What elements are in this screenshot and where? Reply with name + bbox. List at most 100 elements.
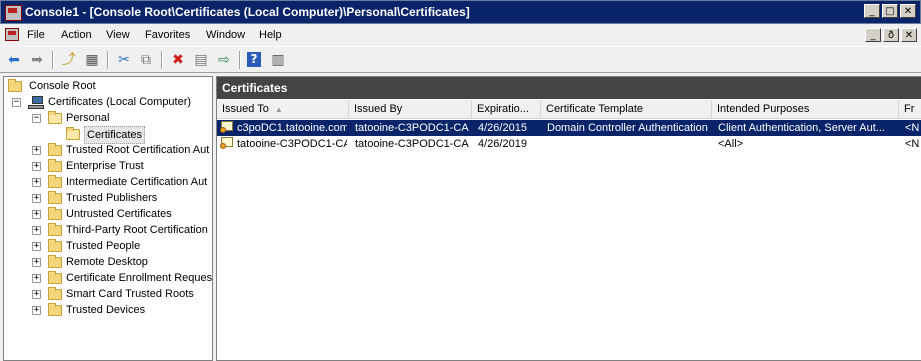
title-bar[interactable]: Console1 - [Console Root\Certificates (L… <box>0 0 921 24</box>
pane-title: Certificates <box>217 77 921 99</box>
tree-node-label: Trusted Root Certification Aut <box>66 144 210 156</box>
menu-favorites[interactable]: Favorites <box>145 29 190 41</box>
copy-icon[interactable]: ⧉ <box>137 51 155 69</box>
menu-view[interactable]: View <box>106 29 130 41</box>
tree-node-store[interactable]: + Certificate Enrollment Request <box>8 270 213 286</box>
tree-node-label: Certificates (Local Computer) <box>48 96 192 108</box>
expand-icon[interactable]: + <box>32 242 41 251</box>
tree-node-store[interactable]: + Smart Card Trusted Roots <box>8 286 212 302</box>
console-icon[interactable] <box>5 28 19 41</box>
tree-node-store[interactable]: + Intermediate Certification Aut <box>8 174 212 190</box>
mdi-minimize-button[interactable]: _ <box>865 28 881 42</box>
tree-node-label: Trusted Devices <box>66 304 146 316</box>
cell-issued-to: c3poDC1.tatooine.com <box>237 122 347 134</box>
folder-icon <box>48 271 62 284</box>
tree-node-label: Remote Desktop <box>66 256 148 268</box>
cell-issued-by: tatooine-C3PODC1-CA <box>355 122 469 134</box>
up-folder-icon[interactable]: ⤴ <box>60 51 78 69</box>
help-icon[interactable]: ? <box>247 52 261 67</box>
column-header-intended-purposes[interactable]: Intended Purposes <box>712 100 899 119</box>
certificate-icon <box>220 121 234 134</box>
tree-node-label: Trusted People <box>66 240 141 252</box>
collapse-icon[interactable]: − <box>32 114 41 123</box>
tree-node-store[interactable]: + Third-Party Root Certification <box>8 222 212 238</box>
tree-node-label: Smart Card Trusted Roots <box>66 288 194 300</box>
tree-node-label: Untrusted Certificates <box>66 208 172 220</box>
folder-icon <box>48 255 62 268</box>
folder-icon <box>48 239 62 252</box>
tree-node-label: Certificate Enrollment Request <box>66 272 213 284</box>
column-header-friendly-name[interactable]: Fr <box>899 100 921 119</box>
show-hide-action-pane-icon[interactable]: ▥ <box>269 51 287 69</box>
computer-icon <box>28 96 44 109</box>
folder-icon <box>48 207 62 220</box>
expand-icon[interactable]: + <box>32 178 41 187</box>
tree-node-store[interactable]: + Trusted Devices <box>8 302 212 318</box>
menu-bar: File Action View Favorites Window Help _… <box>0 24 921 46</box>
column-header-expiration[interactable]: Expiratio... <box>472 100 541 119</box>
expand-icon[interactable]: + <box>32 162 41 171</box>
cell-issued-by: tatooine-C3PODC1-CA <box>355 138 469 150</box>
forward-icon[interactable]: ➡ <box>28 51 46 69</box>
menu-window[interactable]: Window <box>206 29 245 41</box>
tree-node-label: Intermediate Certification Aut <box>66 176 208 188</box>
tree-node-label: Third-Party Root Certification <box>66 224 208 236</box>
tree-node-label: Personal <box>66 112 110 124</box>
properties-icon[interactable]: ▤ <box>192 51 210 69</box>
tree-node-label: Trusted Publishers <box>66 192 158 204</box>
expand-icon[interactable]: + <box>32 146 41 155</box>
mmc-app-icon[interactable] <box>5 5 22 21</box>
menu-action[interactable]: Action <box>61 29 92 41</box>
table-row[interactable]: c3poDC1.tatooine.com tatooine-C3PODC1-CA… <box>217 120 921 136</box>
folder-icon <box>48 223 62 236</box>
maximize-button[interactable]: □ <box>882 4 898 18</box>
results-pane: Certificates Issued To ▲ Issued By Expira… <box>216 76 921 361</box>
export-list-icon[interactable]: ⇨ <box>215 51 233 69</box>
expand-icon[interactable]: + <box>32 210 41 219</box>
tree-node-store[interactable]: + Enterprise Trust <box>8 158 212 174</box>
folder-icon <box>48 287 62 300</box>
collapse-icon[interactable]: − <box>12 98 21 107</box>
tree-node-label: Console Root <box>29 80 96 92</box>
tree-node-store[interactable]: + Trusted People <box>8 238 212 254</box>
toolbar: ⬅ ➡ ⤴ ▦ ✂ ⧉ ✖ ▤ ⇨ ? ▥ <box>0 46 921 73</box>
console-tree[interactable]: Console Root − Certificates (Local Compu… <box>3 76 213 361</box>
expand-icon[interactable]: + <box>32 274 41 283</box>
expand-icon[interactable]: + <box>32 306 41 315</box>
tree-node-store[interactable]: + Untrusted Certificates <box>8 206 212 222</box>
expand-icon[interactable]: + <box>32 194 41 203</box>
cut-icon[interactable]: ✂ <box>115 51 133 69</box>
delete-icon[interactable]: ✖ <box>169 51 187 69</box>
cell-intended-purposes: Client Authentication, Server Aut... <box>718 122 885 134</box>
cell-template: Domain Controller Authentication <box>547 122 708 134</box>
cell-friendly-name: <N <box>905 138 920 150</box>
tree-node-store[interactable]: + Remote Desktop <box>8 254 212 270</box>
mdi-restore-button[interactable]: ð <box>883 28 899 42</box>
menu-file[interactable]: File <box>27 29 45 41</box>
column-header-issued-by[interactable]: Issued By <box>349 100 472 119</box>
close-button[interactable]: ✕ <box>900 4 916 18</box>
table-row[interactable]: tatooine-C3PODC1-CA tatooine-C3PODC1-CA … <box>217 136 921 152</box>
column-header-certificate-template[interactable]: Certificate Template <box>541 100 712 119</box>
folder-icon <box>48 111 62 124</box>
expand-icon[interactable]: + <box>32 258 41 267</box>
expand-icon[interactable]: + <box>32 290 41 299</box>
tree-node-personal[interactable]: − Personal <box>8 110 208 126</box>
cell-intended-purposes: <All> <box>718 138 744 150</box>
tree-node-personal-certificates[interactable]: Certificates <box>8 126 208 144</box>
mdi-close-button[interactable]: ✕ <box>901 28 917 42</box>
show-hide-tree-icon[interactable]: ▦ <box>83 51 101 69</box>
folder-icon <box>48 303 62 316</box>
menu-help[interactable]: Help <box>259 29 282 41</box>
tree-node-store[interactable]: + Trusted Root Certification Aut <box>8 142 212 158</box>
cell-issued-to: tatooine-C3PODC1-CA <box>237 138 347 150</box>
folder-icon <box>8 79 22 92</box>
cell-expiration: 4/26/2015 <box>478 122 527 134</box>
back-icon[interactable]: ⬅ <box>5 51 23 69</box>
tree-node-store[interactable]: + Trusted Publishers <box>8 190 212 206</box>
column-header-issued-to[interactable]: Issued To ▲ <box>217 100 349 119</box>
cell-expiration: 4/26/2019 <box>478 138 527 150</box>
minimize-button[interactable]: _ <box>864 4 880 18</box>
expand-icon[interactable]: + <box>32 226 41 235</box>
tree-node-certificates-local-computer[interactable]: − Certificates (Local Computer) <box>8 94 208 110</box>
